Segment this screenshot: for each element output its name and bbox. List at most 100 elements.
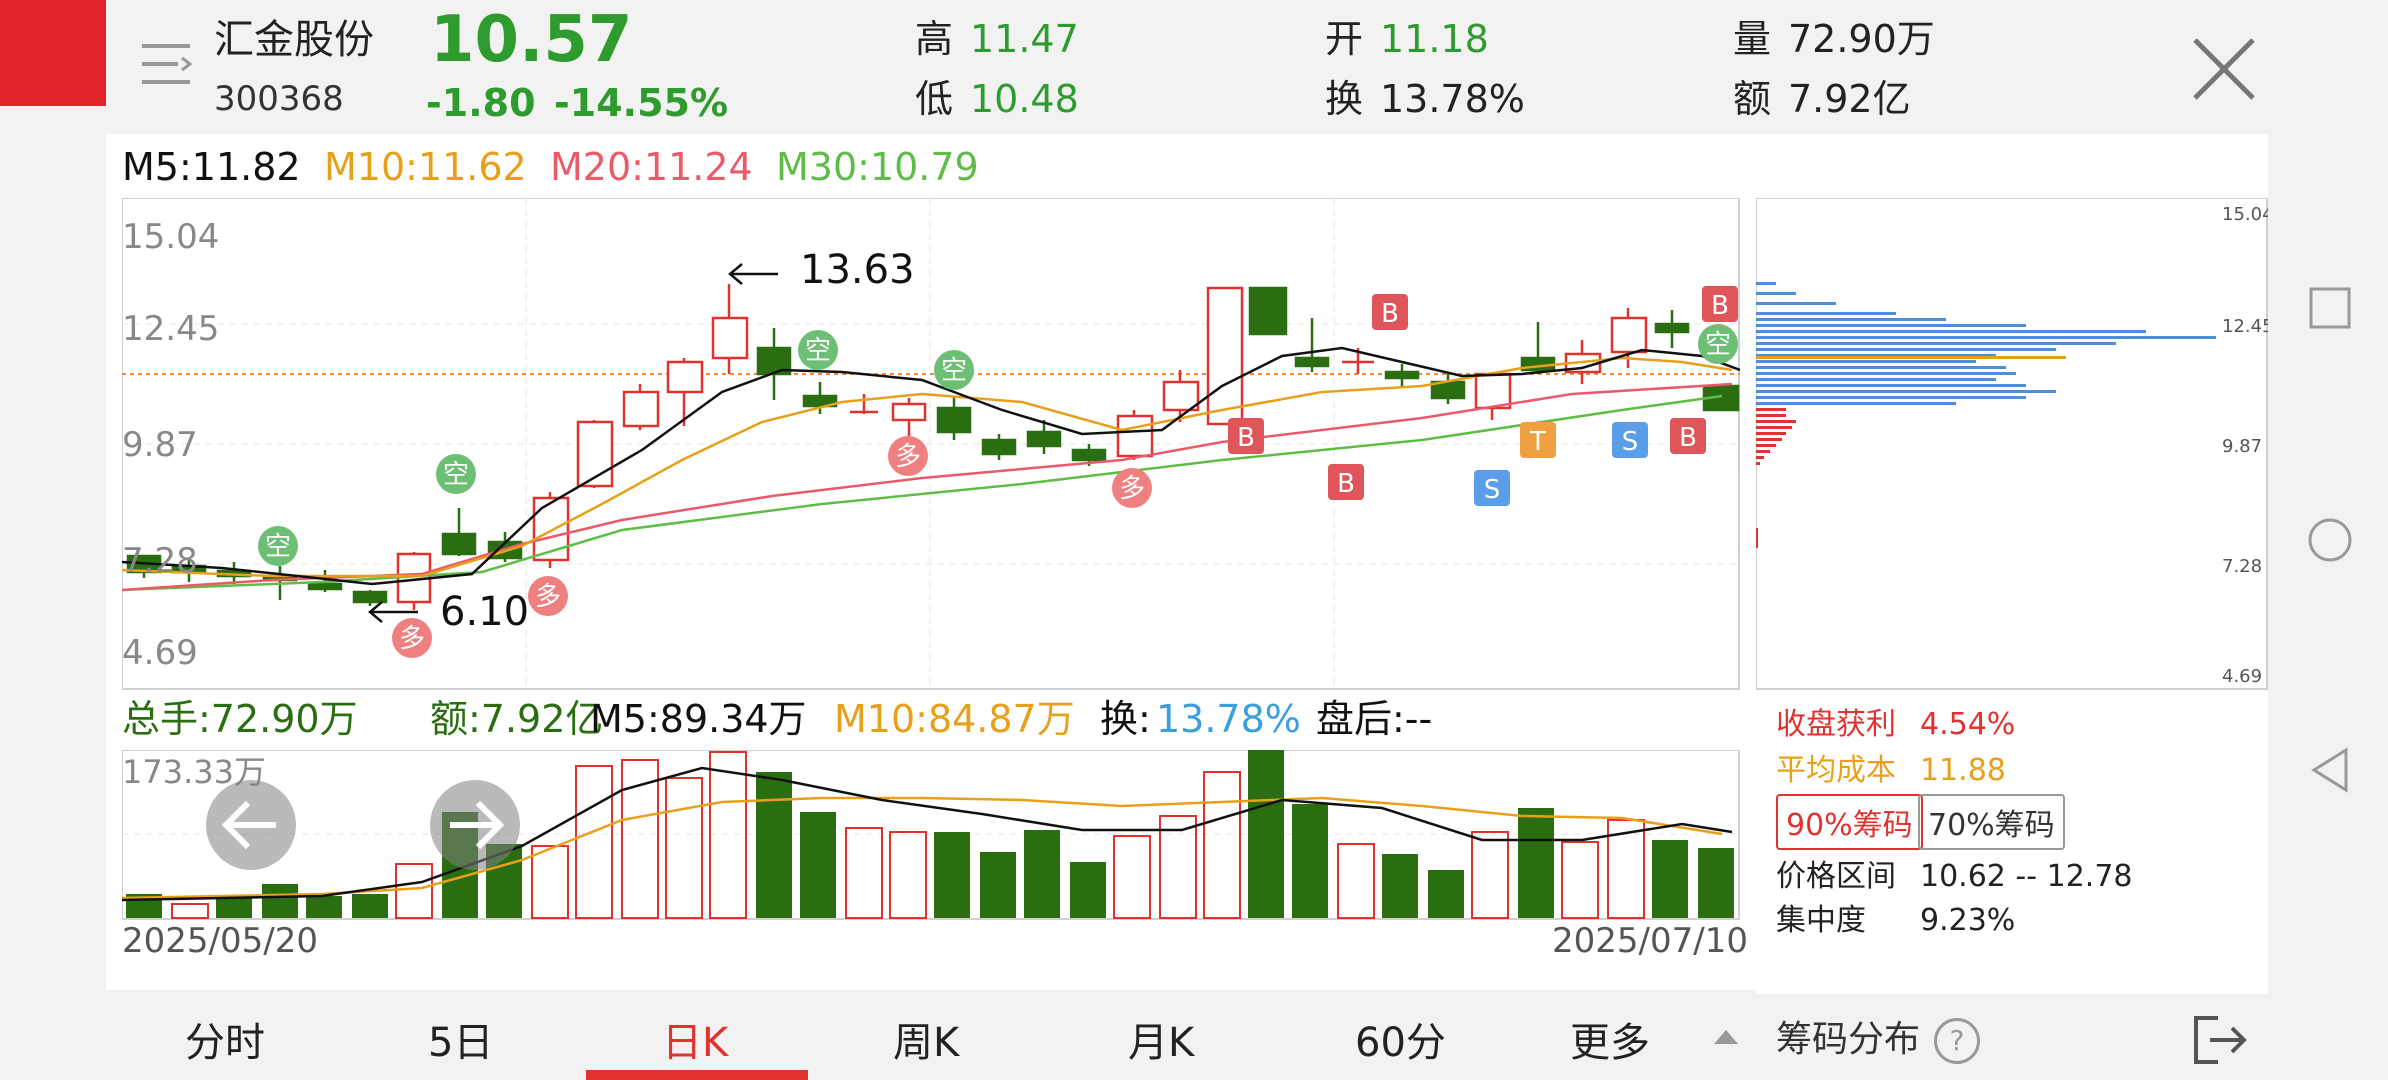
triangle-up-icon[interactable] [1712, 1026, 1740, 1046]
svg-text:多: 多 [535, 582, 561, 612]
menu-icon[interactable] [138, 40, 198, 88]
chip-90-button[interactable]: 90%筹码 [1776, 794, 1923, 850]
svg-text:多: 多 [895, 442, 921, 472]
svg-text:T: T [1529, 427, 1546, 457]
help-icon[interactable]: ? [1934, 1018, 1980, 1064]
svg-text:多: 多 [1119, 474, 1145, 504]
scroll-right-button[interactable] [430, 780, 520, 870]
vol-turnover: 13.78% [1156, 697, 1301, 741]
chip-axis-label: 9.87 [2222, 436, 2263, 457]
stock-code: 300368 [214, 79, 344, 119]
open-label: 开 [1325, 17, 1364, 61]
tab-weekly-k[interactable]: 周K [893, 1010, 959, 1068]
turnover-label: 换 [1325, 77, 1364, 121]
avgcost-label: 平均成本 [1776, 753, 1896, 788]
high-value: 11.47 [970, 17, 1079, 61]
vol-amount: 额:7.92亿 [430, 697, 604, 741]
buy-badge[interactable]: B [1702, 286, 1738, 322]
svg-text:S: S [1484, 475, 1501, 505]
low-marker-label: 6.10 [440, 589, 530, 635]
tab-intraday[interactable]: 分时 [185, 1010, 265, 1068]
sell-badge[interactable]: S [1612, 422, 1648, 458]
conc-label: 集中度 [1776, 903, 1866, 938]
amount-value: 7.92亿 [1788, 77, 1911, 121]
profit-value: 4.54% [1920, 707, 2016, 742]
volume-chart[interactable] [122, 750, 1740, 920]
turnover-value: 13.78% [1380, 77, 1525, 121]
ma20-legend: M20:11.24 [550, 145, 753, 189]
short-badge[interactable]: 空 [436, 454, 476, 494]
chip-70-button[interactable]: 70%筹码 [1918, 794, 2065, 850]
volume-value: 72.90万 [1788, 17, 1935, 61]
low-label: 低 [915, 77, 954, 121]
date-start: 2025/05/20 [122, 921, 318, 961]
exit-icon[interactable] [2192, 1014, 2248, 1066]
chip-axis-label: 15.04 [2222, 204, 2274, 225]
svg-text:空: 空 [941, 356, 967, 386]
recents-icon[interactable] [2308, 286, 2352, 330]
buy-badge[interactable]: B [1670, 418, 1706, 454]
date-end: 2025/07/10 [1552, 921, 1748, 961]
price-chart[interactable]: 空 空 空 空 空 多 多 多 多 B B B B B S S T [122, 198, 1740, 690]
back-tab[interactable] [0, 0, 106, 106]
profit-label: 收盘获利 [1776, 707, 1896, 742]
after-hours: 盘后:-- [1316, 697, 1433, 741]
long-badge[interactable]: 多 [1112, 468, 1152, 508]
long-badge[interactable]: 多 [392, 618, 432, 658]
price-axis-label: 7.28 [122, 541, 198, 581]
buy-badge[interactable]: B [1372, 294, 1408, 330]
svg-text:多: 多 [399, 624, 425, 654]
chip-footer-title: 筹码分布 [1776, 1019, 1921, 1060]
tab-5day[interactable]: 5日 [428, 1010, 493, 1068]
home-icon[interactable] [2306, 516, 2354, 564]
tab-more[interactable]: 更多 [1570, 1010, 1650, 1068]
sell-badge[interactable]: S [1474, 470, 1510, 506]
svg-text:S: S [1622, 427, 1639, 457]
price-axis-label: 4.69 [122, 633, 198, 673]
chip-axis-label: 12.45 [2222, 316, 2274, 337]
vol-total: 总手:72.90万 [122, 697, 358, 741]
ma5-legend: M5:11.82 [122, 145, 301, 189]
close-icon[interactable] [2185, 30, 2265, 110]
back-icon[interactable] [2310, 746, 2350, 794]
volume-label: 量 [1733, 17, 1772, 61]
low-value: 10.48 [970, 77, 1079, 121]
vol-m10: M10:84.87万 [834, 697, 1075, 741]
short-badge[interactable]: 空 [258, 526, 298, 566]
buy-badge[interactable]: B [1328, 464, 1364, 500]
svg-text:B: B [1337, 469, 1355, 499]
tab-60min[interactable]: 60分 [1355, 1010, 1446, 1068]
svg-text:B: B [1381, 299, 1399, 329]
stock-name: 汇金股份 [214, 17, 374, 63]
tab-daily-k[interactable]: 日K [662, 1010, 728, 1068]
chip-distribution-chart [1756, 198, 2268, 690]
long-badge[interactable]: 多 [888, 436, 928, 476]
arrow-left-icon [221, 800, 276, 850]
svg-text:空: 空 [1705, 330, 1731, 360]
chip-axis-label: 7.28 [2222, 556, 2263, 577]
short-badge[interactable]: 空 [798, 330, 838, 370]
buy-badge[interactable]: B [1228, 418, 1264, 454]
tab-monthly-k[interactable]: 月K [1128, 1010, 1194, 1068]
conc-value: 9.23% [1920, 903, 2016, 938]
last-price: 10.57 [430, 3, 633, 77]
vol-turnover-label: 换: [1100, 697, 1151, 741]
high-marker-label: 13.63 [800, 247, 915, 293]
svg-text:空: 空 [265, 532, 291, 562]
range-label: 价格区间 [1776, 859, 1896, 894]
arrow-right-icon [450, 800, 505, 850]
long-badge[interactable]: 多 [528, 576, 568, 616]
short-badge[interactable]: 空 [1698, 324, 1738, 364]
open-value: 11.18 [1380, 17, 1489, 61]
ma30-legend: M30:10.79 [776, 145, 979, 189]
t-badge[interactable]: T [1520, 422, 1556, 458]
price-axis-label: 12.45 [122, 309, 220, 349]
price-change: -1.80 [426, 81, 536, 125]
svg-text:空: 空 [805, 336, 831, 366]
scroll-left-button[interactable] [206, 780, 296, 870]
short-badge[interactable]: 空 [934, 350, 974, 390]
high-label: 高 [915, 17, 954, 61]
chip-axis-label: 4.69 [2222, 666, 2263, 687]
price-change-pct: -14.55% [554, 81, 729, 125]
amount-label: 额 [1733, 77, 1772, 121]
